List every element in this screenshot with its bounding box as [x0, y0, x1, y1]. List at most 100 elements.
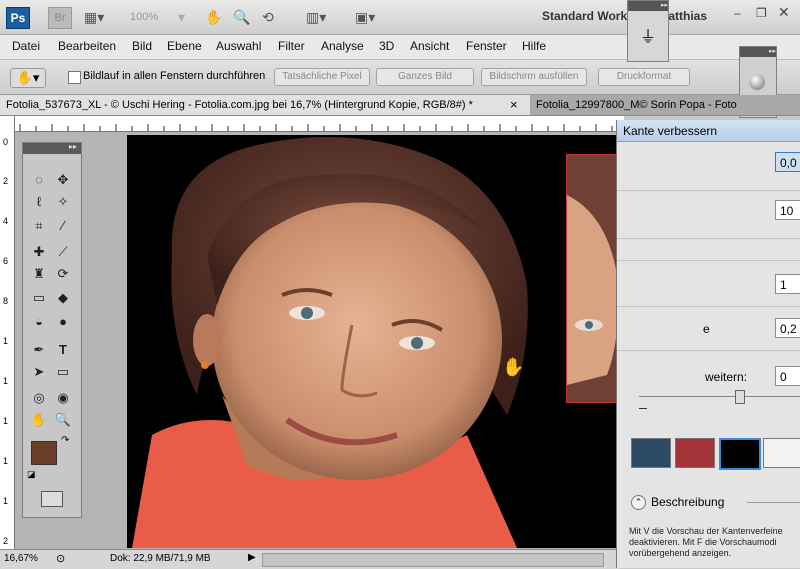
marquee-tool-icon[interactable]: ◌: [29, 171, 49, 189]
menu-bild[interactable]: Bild: [132, 39, 152, 53]
tab-document-inactive[interactable]: Fotolia_12997800_M© Sorin Popa - Foto: [530, 95, 800, 115]
film-icon[interactable]: ▦▾: [84, 8, 104, 26]
horizontal-scrollbar[interactable]: [262, 553, 604, 567]
restore-button[interactable]: ❐: [756, 6, 767, 20]
menu-ebene[interactable]: Ebene: [167, 39, 202, 53]
paint-bucket-icon[interactable]: ◆: [53, 289, 73, 307]
ruler-label: 8: [3, 296, 9, 306]
3d-orbit-icon[interactable]: ◉: [53, 389, 73, 407]
lasso-tool-icon[interactable]: ℓ: [29, 193, 49, 211]
eyedropper-icon[interactable]: ⁄: [53, 217, 73, 235]
rotate-icon[interactable]: ⟲: [262, 8, 274, 26]
magic-wand-icon[interactable]: ✧: [53, 193, 73, 211]
menu-3d[interactable]: 3D: [379, 39, 394, 53]
document-image[interactable]: ✋: [127, 135, 620, 548]
feather-label: e: [703, 322, 710, 336]
burn-tool-icon[interactable]: ●: [53, 313, 73, 331]
menu-analyse[interactable]: Analyse: [321, 39, 364, 53]
expand-label: weitern:: [705, 370, 748, 384]
panel-collapse-icon[interactable]: ▸▸: [628, 1, 668, 11]
slider-minus-icon: [639, 408, 647, 409]
pen-tool-icon[interactable]: ✒: [29, 341, 49, 359]
print-size-button[interactable]: Druckformat: [598, 68, 690, 86]
tab-label: Fotolia_12997800_M© Sorin Popa - Foto: [536, 99, 737, 111]
hand-tool-icon[interactable]: ✋: [29, 411, 49, 429]
view-mode-white[interactable]: [763, 438, 800, 468]
dodge-tool-icon[interactable]: ◒: [29, 313, 49, 331]
bridge-button[interactable]: Br: [48, 7, 72, 29]
fit-screen-button[interactable]: Ganzes Bild: [376, 68, 474, 86]
menu-ansicht[interactable]: Ansicht: [410, 39, 449, 53]
zoom-icon[interactable]: 🔍: [233, 8, 250, 26]
3d-rotate-icon[interactable]: ◎: [29, 389, 49, 407]
options-bar: ✋▾ Bildlauf in allen Fenstern durchführe…: [0, 60, 800, 95]
history-brush-icon[interactable]: ⟳: [53, 265, 73, 283]
menu-datei[interactable]: Datei: [12, 39, 40, 53]
stamp-tool-icon[interactable]: ♜: [29, 265, 49, 283]
menu-bearbeiten[interactable]: Bearbeiten: [58, 39, 116, 53]
expand-field[interactable]: 0: [775, 366, 800, 386]
swap-colors-icon[interactable]: ↷: [61, 435, 69, 446]
crop-tool-icon[interactable]: ⌗: [29, 217, 49, 235]
description-heading[interactable]: Beschreibung: [651, 495, 724, 509]
ruler-label: 4: [3, 216, 9, 226]
ruler-label: 1: [3, 336, 9, 346]
view-mode-black[interactable]: [719, 438, 761, 470]
close-button[interactable]: ✕: [778, 4, 790, 21]
ruler-label: 1: [3, 456, 9, 466]
zoom-level-field[interactable]: 100%: [130, 8, 172, 26]
expand-slider-track[interactable]: [639, 396, 800, 397]
3d-object-icon[interactable]: [749, 74, 765, 90]
zoom-tool-icon[interactable]: 🔍: [53, 411, 73, 429]
eraser-tool-icon[interactable]: ▭: [29, 289, 49, 307]
menu-filter[interactable]: Filter: [278, 39, 305, 53]
move-tool-icon[interactable]: ✥: [53, 171, 73, 189]
type-tool-icon[interactable]: T: [53, 341, 73, 359]
screen-mode-icon[interactable]: ▣▾: [355, 8, 375, 26]
minimize-button[interactable]: –: [734, 6, 741, 20]
actual-pixels-button[interactable]: Tatsächliche Pixel: [274, 68, 370, 86]
menu-hilfe[interactable]: Hilfe: [522, 39, 546, 53]
quick-mask-icon[interactable]: [41, 491, 63, 507]
panel-collapse-icon[interactable]: ▸▸: [740, 47, 776, 57]
status-info-icon[interactable]: ⊙: [56, 552, 65, 565]
path-select-icon[interactable]: ➤: [29, 363, 49, 381]
panel-collapse-icon[interactable]: ▸▸: [23, 142, 81, 154]
fill-screen-button[interactable]: Bildschirm ausfüllen: [481, 68, 587, 86]
expand-slider-thumb[interactable]: [735, 390, 745, 404]
tab-label: Fotolia_537673_XL - © Uschi Hering - Fot…: [6, 99, 473, 111]
status-menu-arrow[interactable]: ▶: [248, 552, 256, 563]
chevron-down-icon[interactable]: ▾: [178, 8, 185, 26]
view-mode-standard[interactable]: [631, 438, 671, 468]
ruler-label: 1: [3, 496, 9, 506]
ruler-label: 1: [3, 416, 9, 426]
description-text: Mit V die Vorschau der Kantenverfeine de…: [629, 526, 783, 558]
tab-close-icon[interactable]: ×: [510, 97, 518, 112]
workspace-switcher[interactable]: Standard Work: [542, 9, 627, 23]
ruler-label: 2: [3, 536, 9, 546]
tool-preset-hand-icon[interactable]: ✋▾: [10, 68, 46, 88]
feather-field[interactable]: 0,2: [775, 318, 800, 338]
foreground-color-swatch[interactable]: [31, 441, 57, 465]
zoom-status[interactable]: 16,67%: [4, 553, 38, 564]
menu-auswahl[interactable]: Auswahl: [216, 39, 261, 53]
ruler-label: 2: [3, 176, 9, 186]
vertical-ruler: 0 2 4 6 8 1 1 1 1 1 2: [0, 116, 15, 550]
default-colors-icon[interactable]: ◪: [27, 469, 36, 480]
scroll-all-checkbox[interactable]: [68, 71, 81, 84]
menu-fenster[interactable]: Fenster: [466, 39, 507, 53]
tab-document-active[interactable]: Fotolia_537673_XL - © Uschi Hering - Fot…: [0, 95, 533, 115]
document-tabs: Fotolia_537673_XL - © Uschi Hering - Fot…: [0, 95, 800, 116]
arrange-icon[interactable]: ▥▾: [306, 8, 326, 26]
view-mode-quickmask[interactable]: [675, 438, 715, 468]
refine-edge-dialog: Kante verbessern 0,0 10 1 e 0,2 weitern:…: [616, 120, 800, 568]
device-icon[interactable]: ⏚: [640, 23, 656, 47]
contrast-field[interactable]: 10: [775, 200, 800, 220]
brush-tool-icon[interactable]: ⟋: [53, 243, 73, 261]
radius-field[interactable]: 0,0: [775, 152, 800, 172]
healing-brush-icon[interactable]: ✚: [29, 243, 49, 261]
shape-tool-icon[interactable]: ▭: [53, 363, 73, 381]
collapse-chevron-icon[interactable]: ⌃: [631, 495, 646, 510]
hand-icon[interactable]: ✋: [205, 8, 222, 26]
smooth-field[interactable]: 1: [775, 274, 800, 294]
